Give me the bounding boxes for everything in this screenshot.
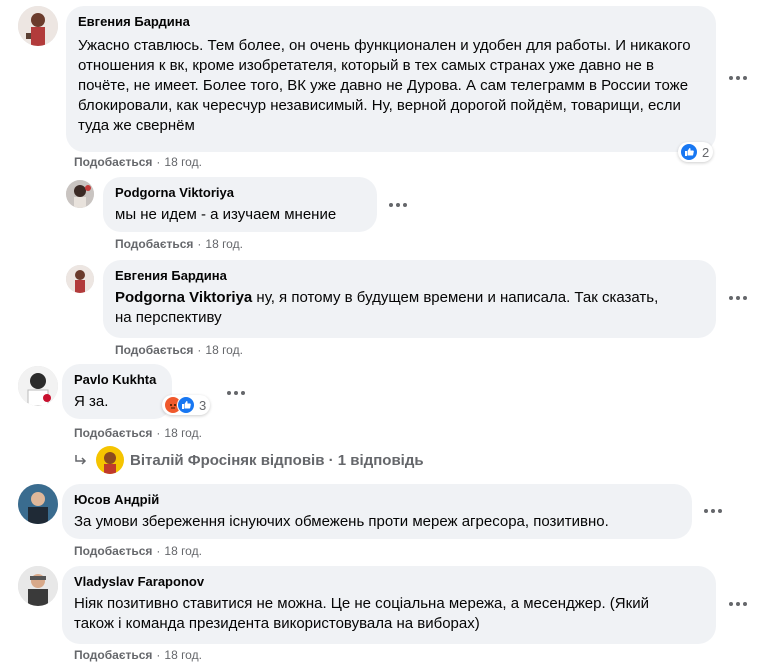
comment-bubble: Евгения Бардина Ужасно ставлюсь. Тем бол…: [66, 6, 716, 152]
comment-actions: Подобається · 18 год.: [74, 155, 202, 169]
like-button[interactable]: Подобається: [74, 155, 152, 169]
comment-actions: Подобається · 18 год.: [74, 648, 202, 662]
comment-bubble: Евгения Бардина Podgorna Viktoriya ну, я…: [103, 260, 716, 338]
more-options-icon[interactable]: [382, 189, 414, 221]
avatar[interactable]: [66, 180, 94, 208]
timestamp[interactable]: 18 год.: [164, 426, 202, 440]
replies-count: 1 відповідь: [337, 451, 424, 469]
replies-author: Віталій Фросіняк відповів: [130, 451, 325, 469]
like-button[interactable]: Подобається: [115, 237, 193, 251]
more-options-icon[interactable]: [220, 377, 252, 409]
timestamp[interactable]: 18 год.: [164, 544, 202, 558]
avatar[interactable]: [18, 366, 58, 406]
comment-bubble: Pavlo Kukhta Я за.: [62, 364, 172, 419]
comment-actions: Подобається · 18 год.: [74, 544, 202, 558]
avatar[interactable]: [66, 265, 94, 293]
reaction-count: 3: [199, 397, 207, 413]
reaction-count: 2: [702, 144, 710, 160]
comment-bubble: Podgorna Viktoriya мы не идем - а изучае…: [103, 177, 377, 232]
comment-text: Ніяк позитивно ставитися не можна. Це не…: [74, 595, 649, 632]
comment-author[interactable]: Евгения Бардина: [115, 268, 704, 284]
comment-text: Ужасно ставлюсь. Тем более, он очень фун…: [78, 37, 691, 134]
comment-author[interactable]: Евгения Бардина: [78, 14, 704, 30]
avatar[interactable]: [18, 566, 58, 606]
comment-author[interactable]: Юсов Андрій: [74, 492, 680, 508]
comment-text: За умови збереження існуючих обмежень пр…: [74, 513, 609, 530]
comment-author[interactable]: Vladyslav Faraponov: [74, 574, 704, 590]
avatar: [96, 446, 124, 474]
timestamp[interactable]: 18 год.: [205, 343, 243, 357]
like-button[interactable]: Подобається: [115, 343, 193, 357]
replies-separator: ·: [324, 451, 338, 469]
reaction-summary[interactable]: 2: [678, 142, 714, 162]
view-replies-link[interactable]: Віталій Фросіняк відповів · 1 відповідь: [72, 446, 424, 474]
comment-actions: Подобається · 18 год.: [74, 426, 202, 440]
like-reaction-icon: [680, 143, 698, 161]
timestamp[interactable]: 18 год.: [164, 155, 202, 169]
more-options-icon[interactable]: [722, 282, 754, 314]
like-button[interactable]: Подобається: [74, 648, 152, 662]
mention-link[interactable]: Podgorna Viktoriya: [115, 289, 252, 306]
more-options-icon[interactable]: [697, 495, 729, 527]
more-options-icon[interactable]: [722, 62, 754, 94]
comment-text: Podgorna Viktoriya ну, я потому в будуще…: [115, 288, 675, 328]
avatar[interactable]: [18, 6, 58, 46]
reaction-summary[interactable]: 3: [162, 395, 211, 415]
comment-author[interactable]: Podgorna Viktoriya: [115, 185, 365, 201]
like-button[interactable]: Подобається: [74, 544, 152, 558]
comment-bubble: Vladyslav Faraponov Ніяк позитивно стави…: [62, 566, 716, 644]
timestamp[interactable]: 18 год.: [205, 237, 243, 251]
like-button[interactable]: Подобається: [74, 426, 152, 440]
reply-arrow-icon: [75, 455, 87, 465]
avatar[interactable]: [18, 484, 58, 524]
comment-actions: Подобається · 18 год.: [115, 343, 243, 357]
like-reaction-icon: [177, 396, 195, 414]
comment-text: мы не идем - а изучаем мнение: [115, 206, 337, 223]
comment-text: Я за.: [74, 393, 109, 410]
comment-author[interactable]: Pavlo Kukhta: [74, 372, 160, 388]
timestamp[interactable]: 18 год.: [164, 648, 202, 662]
more-options-icon[interactable]: [722, 588, 754, 620]
comment-actions: Подобається · 18 год.: [115, 237, 243, 251]
comment-bubble: Юсов Андрій За умови збереження існуючих…: [62, 484, 692, 539]
